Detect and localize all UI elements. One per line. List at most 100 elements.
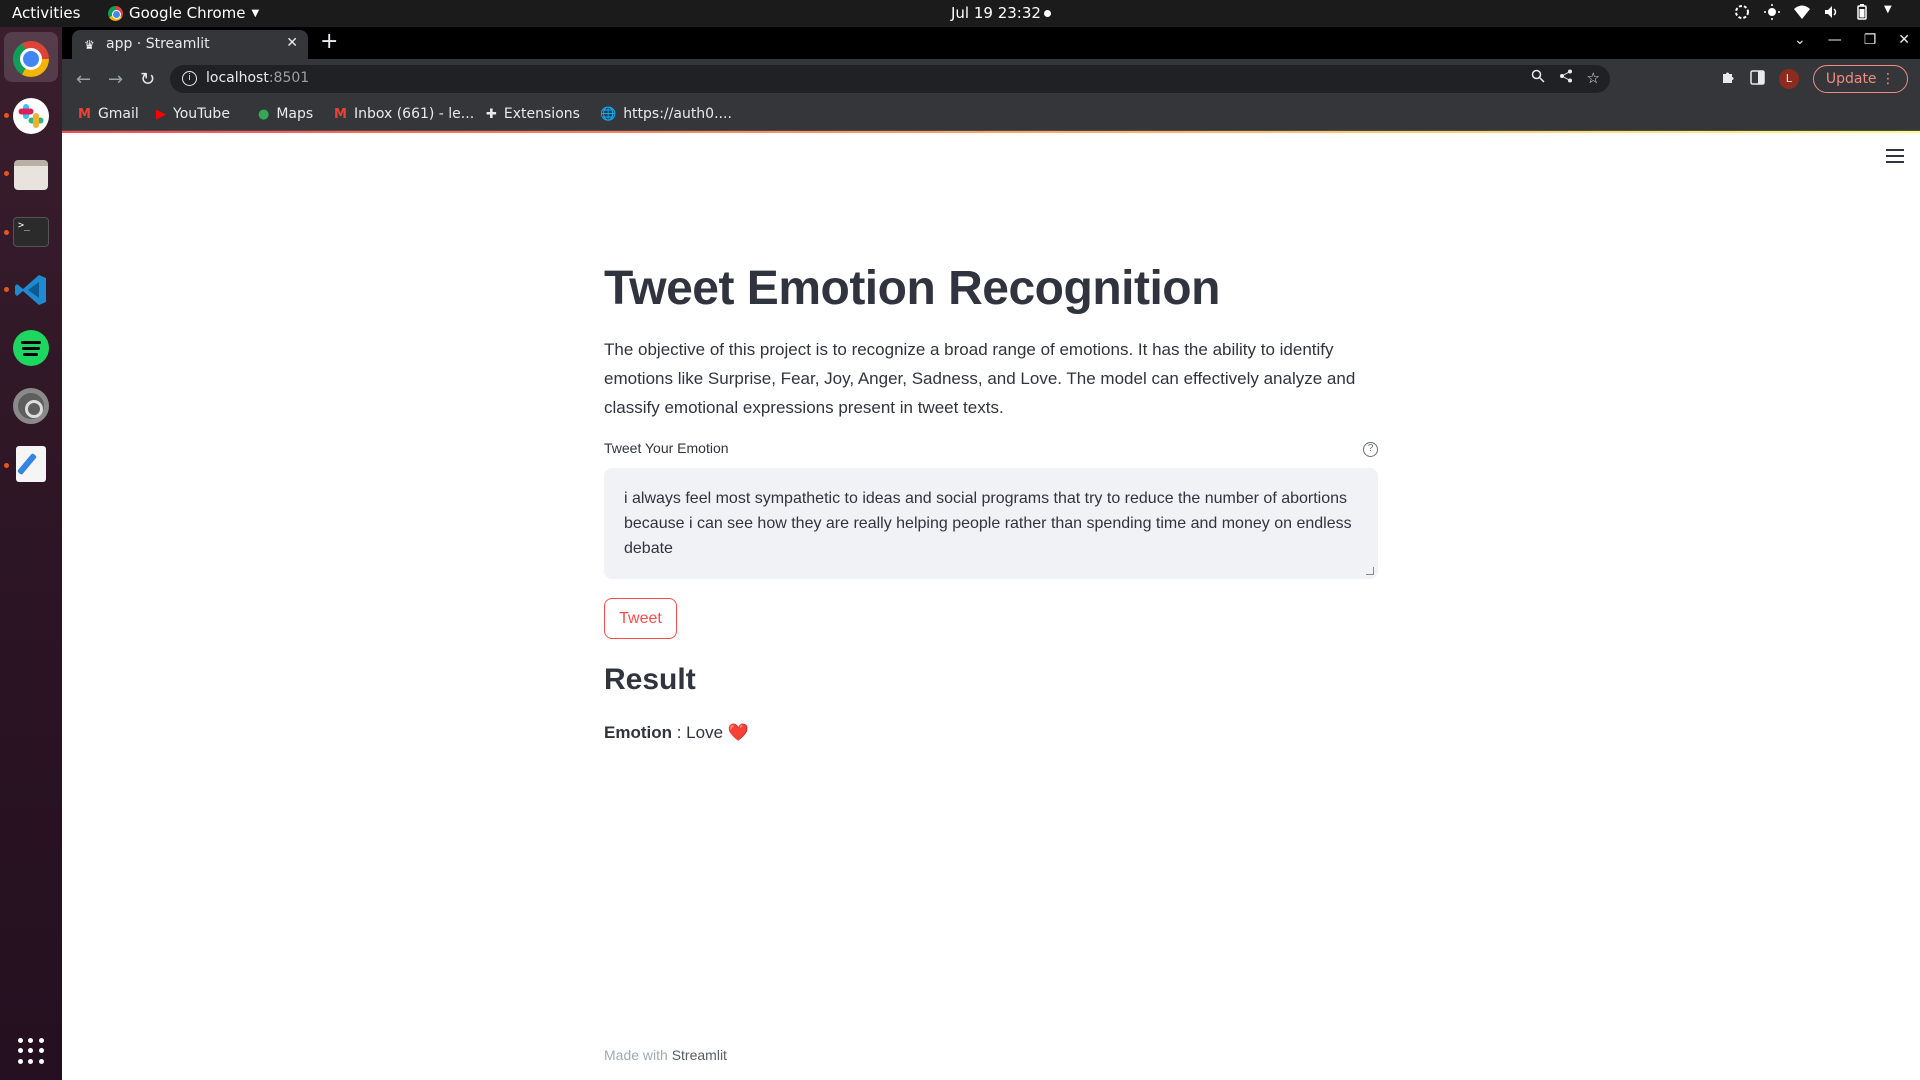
window-controls: ⌄ — ❐ ✕ bbox=[1794, 32, 1910, 48]
bookmark-label: YouTube bbox=[173, 106, 230, 122]
extensions-puzzle-icon[interactable] bbox=[1721, 70, 1736, 89]
system-tray[interactable]: ▼ bbox=[1734, 4, 1900, 20]
wifi-icon[interactable] bbox=[1794, 4, 1810, 20]
close-tab-icon[interactable]: ✕ bbox=[286, 35, 298, 51]
youtube-icon: ▶ bbox=[156, 106, 166, 122]
spotify-icon bbox=[13, 330, 49, 366]
terminal-icon: >_ bbox=[13, 217, 49, 247]
help-icon[interactable]: ? bbox=[1363, 442, 1378, 457]
slack-icon bbox=[13, 98, 49, 134]
heart-emoji-icon: ❤️ bbox=[727, 723, 749, 742]
show-applications-button[interactable] bbox=[10, 1030, 52, 1072]
tab-active[interactable]: ♛ app · Streamlit ✕ bbox=[72, 30, 308, 59]
bookmark-youtube[interactable]: ▶ YouTube bbox=[156, 106, 230, 122]
profile-avatar[interactable]: L bbox=[1778, 69, 1799, 89]
tab-strip: ♛ app · Streamlit ✕ + ⌄ — ❐ ✕ bbox=[62, 27, 1920, 59]
activities-button[interactable]: Activities bbox=[12, 4, 80, 22]
streamlit-page: Tweet Emotion Recognition The objective … bbox=[62, 133, 1920, 1080]
dock-settings[interactable] bbox=[10, 385, 52, 427]
dock: >_ bbox=[0, 27, 62, 1080]
minimize-button[interactable]: — bbox=[1828, 32, 1842, 48]
volume-icon[interactable] bbox=[1824, 4, 1840, 20]
bookmarks-bar: M Gmail ▶ YouTube ● Maps M Inbox (661) -… bbox=[62, 101, 1920, 131]
browser-toolbar: ← → ↻ i localhost:8501 ☆ L Update ⋮ bbox=[62, 59, 1920, 101]
battery-icon[interactable] bbox=[1854, 4, 1870, 20]
extensions-puzzle-icon: ✚ bbox=[486, 106, 497, 122]
result-value: Love bbox=[686, 723, 724, 742]
more-menu-icon: ⋮ bbox=[1881, 71, 1895, 87]
page-title: Tweet Emotion Recognition bbox=[604, 262, 1220, 315]
running-indicator bbox=[4, 230, 9, 235]
dock-slack[interactable] bbox=[10, 95, 52, 137]
dock-terminal[interactable]: >_ bbox=[10, 211, 52, 253]
forward-button[interactable]: → bbox=[108, 69, 123, 90]
dock-vscode[interactable] bbox=[10, 269, 52, 311]
dock-files[interactable] bbox=[10, 154, 52, 196]
main-menu-icon[interactable] bbox=[1886, 149, 1904, 167]
reload-button[interactable]: ↻ bbox=[140, 69, 155, 90]
site-info-icon[interactable]: i bbox=[182, 71, 197, 86]
dock-spotify[interactable] bbox=[10, 327, 52, 369]
running-indicator bbox=[4, 463, 9, 468]
bookmark-auth0[interactable]: 🌐 https://auth0.... bbox=[600, 106, 732, 122]
clock[interactable]: Jul 19 23:32 bbox=[951, 4, 1041, 22]
toolbar-actions: L Update ⋮ bbox=[1721, 65, 1908, 93]
globe-icon: 🌐 bbox=[600, 106, 617, 122]
maps-pin-icon: ● bbox=[258, 106, 270, 122]
dock-text-editor[interactable] bbox=[10, 443, 52, 485]
slack-tray-icon[interactable] bbox=[1734, 4, 1750, 20]
new-tab-button[interactable]: + bbox=[320, 29, 338, 54]
bookmark-label: Maps bbox=[276, 106, 314, 122]
back-button[interactable]: ← bbox=[76, 69, 91, 90]
tweet-textarea-value: i always feel most sympathetic to ideas … bbox=[624, 490, 1352, 557]
url-text[interactable]: localhost:8501 bbox=[206, 70, 309, 86]
bookmark-inbox[interactable]: M Inbox (661) - le... bbox=[334, 106, 474, 122]
bookmark-gmail[interactable]: M Gmail bbox=[78, 106, 139, 122]
bookmark-extensions[interactable]: ✚ Extensions bbox=[486, 106, 580, 122]
result-separator: : bbox=[672, 723, 687, 742]
vscode-icon bbox=[15, 275, 46, 305]
tweet-button[interactable]: Tweet bbox=[604, 598, 677, 639]
result-heading: Result bbox=[604, 663, 696, 696]
update-button[interactable]: Update ⋮ bbox=[1812, 65, 1908, 93]
bookmark-label: https://auth0.... bbox=[623, 106, 732, 122]
side-panel-icon[interactable] bbox=[1750, 69, 1765, 89]
dock-chrome[interactable] bbox=[10, 38, 52, 80]
gmail-icon: M bbox=[78, 106, 91, 122]
settings-gear-icon bbox=[13, 388, 49, 424]
streamlit-link[interactable]: Streamlit bbox=[672, 1047, 727, 1063]
chrome-icon bbox=[13, 41, 49, 77]
tab-search-chevron-icon[interactable]: ⌄ bbox=[1794, 32, 1806, 48]
share-icon[interactable] bbox=[1559, 69, 1573, 87]
bookmark-maps[interactable]: ● Maps bbox=[258, 106, 313, 122]
bookmark-label: Extensions bbox=[503, 106, 580, 122]
footer-prefix: Made with bbox=[604, 1047, 672, 1063]
resize-handle[interactable] bbox=[1366, 567, 1374, 575]
maximize-button[interactable]: ❐ bbox=[1864, 32, 1877, 48]
tweet-textarea[interactable]: i always feel most sympathetic to ideas … bbox=[604, 468, 1378, 579]
power-menu-icon[interactable]: ▼ bbox=[1884, 4, 1900, 20]
result-key: Emotion bbox=[604, 723, 672, 742]
running-indicator bbox=[4, 287, 9, 292]
close-window-button[interactable]: ✕ bbox=[1898, 32, 1910, 48]
app-menu[interactable]: Google Chrome ▼ bbox=[108, 4, 259, 22]
system-top-bar: Activities Google Chrome ▼ Jul 19 23:32 … bbox=[0, 0, 1920, 27]
streamlit-favicon-icon: ♛ bbox=[84, 38, 95, 52]
running-indicator bbox=[4, 113, 9, 118]
update-label: Update bbox=[1825, 71, 1877, 87]
app-grid-icon bbox=[18, 1038, 44, 1064]
app-menu-label: Google Chrome bbox=[129, 4, 246, 22]
bookmark-label: Gmail bbox=[97, 106, 139, 122]
bookmark-star-icon[interactable]: ☆ bbox=[1587, 69, 1600, 87]
chevron-down-icon: ▼ bbox=[251, 7, 260, 19]
text-editor-icon bbox=[16, 446, 46, 482]
page-description: The objective of this project is to reco… bbox=[604, 340, 1356, 417]
brightness-icon[interactable] bbox=[1764, 4, 1780, 20]
notification-dot bbox=[1044, 10, 1051, 17]
running-indicator bbox=[4, 171, 9, 176]
tab-title: app · Streamlit bbox=[106, 36, 210, 52]
gmail-icon: M bbox=[334, 106, 347, 122]
zoom-icon[interactable] bbox=[1531, 69, 1545, 87]
chrome-icon bbox=[108, 5, 123, 21]
address-bar[interactable]: i localhost:8501 ☆ bbox=[170, 65, 1610, 93]
